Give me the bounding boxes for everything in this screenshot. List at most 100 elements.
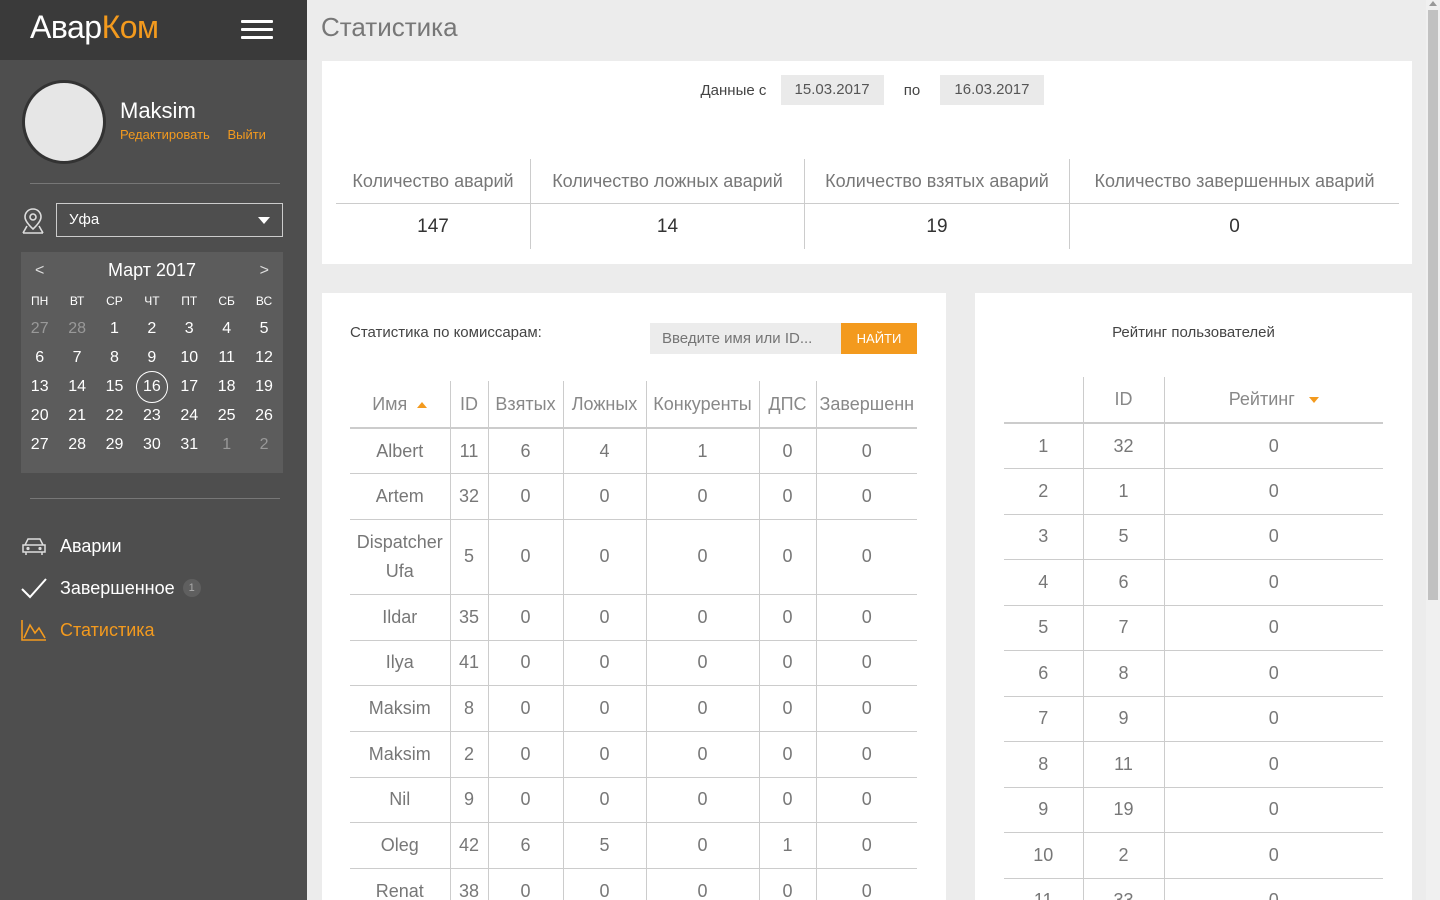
table-cell: 6 xyxy=(487,428,563,475)
calendar-day[interactable]: 28 xyxy=(58,430,95,459)
column-header-taken[interactable]: Взятых xyxy=(487,381,563,429)
calendar-day[interactable]: 5 xyxy=(245,314,282,343)
avatar[interactable] xyxy=(22,80,106,164)
column-header-name[interactable]: Имя xyxy=(350,381,450,429)
calendar-next-button[interactable]: > xyxy=(260,262,269,280)
calendar-day[interactable]: 13 xyxy=(21,372,58,401)
table-row: 8 11 0 xyxy=(1004,741,1383,788)
summary-header: Количество завершенных аварий xyxy=(1070,159,1399,204)
calendar-day[interactable]: 12 xyxy=(245,343,282,372)
calendar-day[interactable]: 11 xyxy=(208,343,245,372)
hamburger-menu-icon[interactable] xyxy=(241,20,273,40)
date-from-field[interactable]: 15.03.2017 xyxy=(780,75,884,105)
calendar-day[interactable]: 18 xyxy=(208,372,245,401)
calendar-day[interactable]: 8 xyxy=(96,343,133,372)
table-cell: 0 xyxy=(562,594,646,641)
table-cell: 0 xyxy=(1163,878,1383,900)
calendar-day[interactable]: 6 xyxy=(21,343,58,372)
calendar-day[interactable]: 3 xyxy=(171,314,208,343)
calendar-day[interactable]: 27 xyxy=(21,314,58,343)
column-header-id[interactable]: ID xyxy=(449,381,488,429)
column-header-competitors[interactable]: Конкуренты xyxy=(645,381,759,429)
scrollbar-thumb[interactable] xyxy=(1428,10,1438,600)
calendar-weekday: СР xyxy=(106,294,123,308)
table-cell: Maksim xyxy=(350,731,450,778)
column-header-id[interactable]: ID xyxy=(1082,377,1164,424)
table-cell: 0 xyxy=(1163,514,1383,560)
chevron-down-icon xyxy=(258,217,270,224)
table-cell: 0 xyxy=(815,685,918,732)
calendar-day[interactable]: 28 xyxy=(58,314,95,343)
calendar-day[interactable]: 23 xyxy=(133,401,170,430)
table-cell: 42 xyxy=(449,822,488,869)
calendar-day[interactable]: 31 xyxy=(171,430,208,459)
calendar-day[interactable]: 27 xyxy=(21,430,58,459)
table-row: 460 xyxy=(1004,559,1383,606)
calendar-day[interactable]: 25 xyxy=(208,401,245,430)
table-cell: 0 xyxy=(487,640,563,687)
edit-profile-link[interactable]: Редактировать xyxy=(120,127,210,142)
table-cell: 4 xyxy=(562,428,646,475)
table-cell: 0 xyxy=(645,822,759,869)
table-header-row: ID Рейтинг xyxy=(1004,377,1383,424)
column-header-completed[interactable]: Завершенн xyxy=(815,381,918,429)
calendar-day[interactable]: 9 xyxy=(133,343,170,372)
calendar-day-today[interactable]: 16 xyxy=(133,371,170,403)
scroll-up-arrow-icon[interactable] xyxy=(1429,1,1437,6)
app-logo[interactable]: АварКом xyxy=(30,9,159,46)
calendar-day[interactable]: 21 xyxy=(58,401,95,430)
table-cell: 0 xyxy=(487,519,563,595)
nav-item-accidents[interactable]: Аварии xyxy=(20,525,201,567)
table-cell: 0 xyxy=(1163,605,1383,651)
table-cell: 0 xyxy=(1163,650,1383,697)
nav-item-completed[interactable]: Завершенное 1 xyxy=(20,567,201,609)
calendar-day[interactable]: 19 xyxy=(245,372,282,401)
table-cell: 9 xyxy=(1082,696,1164,742)
table-cell: 7 xyxy=(1082,605,1164,651)
calendar-day[interactable]: 29 xyxy=(96,430,133,459)
date-to-field[interactable]: 16.03.2017 xyxy=(940,75,1044,105)
calendar-day[interactable]: 2 xyxy=(245,430,282,459)
logout-link[interactable]: Выйти xyxy=(227,127,266,142)
calendar-day[interactable]: 1 xyxy=(208,430,245,459)
table-cell: 0 xyxy=(562,640,646,687)
table-cell: 0 xyxy=(815,519,918,595)
column-header-false[interactable]: Ложных xyxy=(562,381,646,429)
table-cell: 0 xyxy=(1163,741,1383,788)
table-cell: Ilya xyxy=(350,640,450,687)
summary-header: Количество аварий xyxy=(336,159,530,204)
calendar-day[interactable]: 26 xyxy=(245,401,282,430)
table-cell: Ildar xyxy=(350,594,450,641)
table-cell: Nil xyxy=(350,777,450,824)
calendar-day[interactable]: 2 xyxy=(133,314,170,343)
search-button[interactable]: НАЙТИ xyxy=(841,323,917,354)
calendar-day[interactable]: 4 xyxy=(208,314,245,343)
table-cell: 6 xyxy=(1004,650,1083,697)
page-scrollbar[interactable] xyxy=(1426,0,1440,900)
calendar-day[interactable]: 17 xyxy=(171,372,208,401)
calendar-day[interactable]: 15 xyxy=(96,372,133,401)
calendar-day[interactable]: 22 xyxy=(96,401,133,430)
calendar-day[interactable]: 14 xyxy=(58,372,95,401)
table-cell: 0 xyxy=(758,428,816,475)
column-header-dps[interactable]: ДПС xyxy=(758,381,816,429)
calendar-day[interactable]: 30 xyxy=(133,430,170,459)
table-row: Ildar 35 0 0 0 0 0 xyxy=(350,594,918,641)
calendar-day[interactable]: 20 xyxy=(21,401,58,430)
date-to-label: по xyxy=(903,81,921,99)
city-dropdown[interactable]: Уфа xyxy=(56,203,283,237)
table-cell: 0 xyxy=(487,731,563,778)
calendar-day[interactable]: 7 xyxy=(58,343,95,372)
nav-item-statistics[interactable]: Статистика xyxy=(20,609,201,651)
calendar-day[interactable]: 24 xyxy=(171,401,208,430)
table-cell: 2 xyxy=(1082,832,1164,879)
date-range: Данные с 15.03.2017 по 16.03.2017 xyxy=(322,75,1412,105)
calendar-day[interactable]: 1 xyxy=(96,314,133,343)
table-cell: 0 xyxy=(487,868,563,900)
column-header-rating[interactable]: Рейтинг xyxy=(1163,377,1383,424)
table-cell: 2 xyxy=(449,731,488,778)
table-cell: 5 xyxy=(1082,514,1164,560)
table-row: 9 19 0 xyxy=(1004,787,1383,833)
commissar-search-input[interactable] xyxy=(650,323,841,354)
calendar-day[interactable]: 10 xyxy=(171,343,208,372)
